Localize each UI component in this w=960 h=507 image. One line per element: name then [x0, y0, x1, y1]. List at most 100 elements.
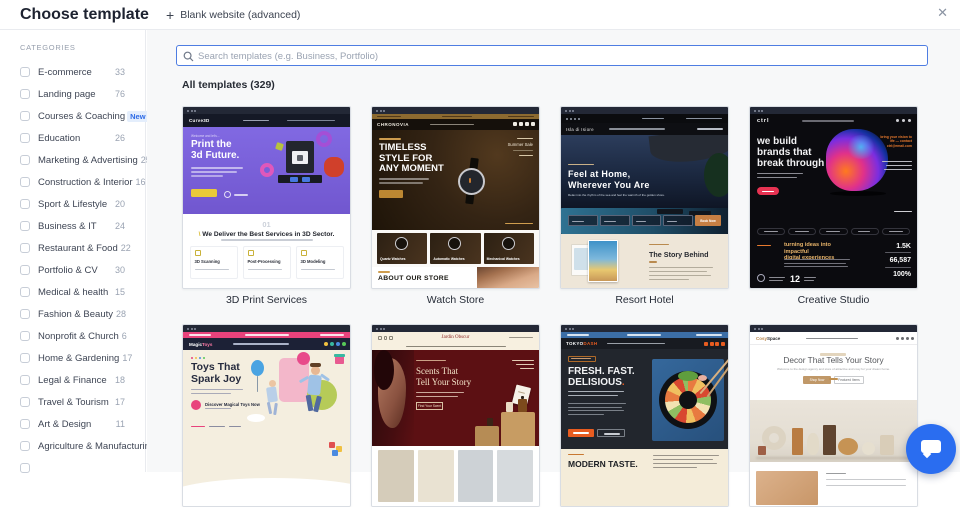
- sidebar-item-marketing-advertising[interactable]: Marketing & Advertising 25: [20, 149, 145, 171]
- mini-section: [750, 462, 917, 506]
- blank-website-label: Blank website (advanced): [180, 9, 300, 21]
- template-preview[interactable]: Isla di Isiore Feel at Home, Wherever Yo…: [560, 106, 729, 289]
- mini-hero: Feel at Home, Wherever You Are Relax int…: [561, 135, 728, 234]
- template-card-scents[interactable]: Jardin Obscur Scents That Tell Your Stor…: [371, 324, 540, 507]
- checkbox[interactable]: [20, 353, 30, 363]
- checkbox[interactable]: [20, 397, 30, 407]
- checkbox[interactable]: [20, 265, 30, 275]
- mini-navbar: ctrl: [750, 114, 917, 127]
- checkbox[interactable]: [20, 287, 30, 297]
- mini-cta-button: Find Your Scent: [416, 402, 443, 410]
- mini-thumbnails: Quartz Watches Automatic Watches Mechani…: [372, 230, 539, 267]
- feature-icon: [301, 250, 307, 256]
- checkbox[interactable]: [20, 155, 30, 165]
- checkbox[interactable]: [20, 331, 30, 341]
- checkbox[interactable]: [20, 199, 30, 209]
- template-preview[interactable]: Jardin Obscur Scents That Tell Your Stor…: [371, 324, 540, 507]
- categories-heading: CATEGORIES: [20, 43, 145, 52]
- mini-hero: Decor That Tells Your Story Welcome to t…: [750, 348, 917, 400]
- close-icon[interactable]: ✕: [937, 5, 948, 21]
- sidebar-item-sport-lifestyle[interactable]: Sport & Lifestyle 20: [20, 193, 145, 215]
- mini-tag-pills: [750, 225, 917, 237]
- checkbox[interactable]: [20, 89, 30, 99]
- mini-book-button: Book Now: [695, 215, 721, 226]
- mini-section: 01 \ We Deliver the Best Services in 3D …: [183, 214, 350, 288]
- template-name: Watch Store: [371, 294, 540, 307]
- page-title: Choose template: [20, 6, 149, 24]
- sidebar-item-medical-health[interactable]: Medical & health 15: [20, 281, 145, 303]
- sidebar-item-art-design[interactable]: Art & Design 11: [20, 413, 145, 435]
- template-preview[interactable]: CHRONOVIA TIMELESS STYLE FOR ANY MOMENT: [371, 106, 540, 289]
- sidebar-item-construction-interior[interactable]: Construction & Interior 16: [20, 171, 145, 193]
- mini-hero: Welcome and let's... Print the 3d Future…: [183, 127, 350, 214]
- template-card-resort-hotel[interactable]: Isla di Isiore Feel at Home, Wherever Yo…: [560, 106, 729, 307]
- search-icon: [183, 51, 194, 62]
- mini-booking-bar: Book Now: [568, 215, 721, 226]
- search-bar: [176, 45, 928, 66]
- modal-header: Choose template + Blank website (advance…: [0, 0, 960, 30]
- mini-navbar: MagicToys: [183, 338, 350, 350]
- browser-dots-icon: [372, 107, 539, 114]
- template-card-watch-store[interactable]: CHRONOVIA TIMELESS STYLE FOR ANY MOMENT: [371, 106, 540, 307]
- sidebar-item-courses-coaching[interactable]: Courses & Coaching New 16: [20, 105, 145, 127]
- template-preview[interactable]: TOKYODASH FRESH. FAST. DELISIOUS.: [560, 324, 729, 507]
- sidebar-item-ecommerce[interactable]: E-commerce 33: [20, 61, 145, 83]
- sidebar-item-fashion-beauty[interactable]: Fashion & Beauty 28: [20, 303, 145, 325]
- checkbox[interactable]: [20, 111, 30, 121]
- mini-hero: Toys That Spark Joy Discover Magical Toy…: [183, 350, 350, 506]
- browser-dots-icon: [750, 325, 917, 332]
- new-badge: New: [127, 111, 148, 122]
- checkbox[interactable]: [20, 221, 30, 231]
- checkbox[interactable]: [20, 441, 30, 451]
- mini-hero: Scents That Tell Your Story Find Your Sc…: [372, 350, 539, 446]
- search-input[interactable]: [177, 47, 927, 66]
- sidebar-item-home-gardening[interactable]: Home & Gardening 17: [20, 347, 145, 369]
- template-card-toys[interactable]: MagicToys Toys That Spark Joy: [182, 324, 351, 507]
- blank-website-button[interactable]: + Blank website (advanced): [166, 0, 300, 29]
- mini-hero: we build brands that break through bring…: [750, 127, 917, 225]
- checkbox[interactable]: [20, 375, 30, 385]
- sidebar-item-agriculture-manufacturing[interactable]: Agriculture & Manufacturing 9: [20, 435, 145, 457]
- sidebar-item-travel-tourism[interactable]: Travel & Tourism 17: [20, 391, 145, 413]
- mini-secondary-button: [597, 429, 625, 437]
- sidebar-item-portfolio-cv[interactable]: Portfolio & CV 30: [20, 259, 145, 281]
- mini-story-section: The Story Behind: [561, 234, 728, 288]
- template-preview[interactable]: Curve3D Welcome and let's... Print the 3…: [182, 106, 351, 289]
- sidebar-item-partial[interactable]: [20, 457, 145, 479]
- sidebar-item-legal-finance[interactable]: Legal & Finance 18: [20, 369, 145, 391]
- feature-icon: [248, 250, 254, 256]
- template-preview[interactable]: CosySpace Decor That Tells Your Story We…: [749, 324, 918, 507]
- mini-topbar: [561, 114, 728, 123]
- template-name: 3D Print Services: [182, 294, 351, 307]
- feature-icon: [195, 250, 201, 256]
- sidebar-item-landing-page[interactable]: Landing page 76: [20, 83, 145, 105]
- mini-hero: FRESH. FAST. DELISIOUS.: [561, 349, 728, 449]
- checkbox[interactable]: [20, 309, 30, 319]
- checkbox[interactable]: [20, 419, 30, 429]
- browser-dots-icon: [750, 107, 917, 114]
- browser-dots-icon: [561, 107, 728, 114]
- sidebar-item-business-it[interactable]: Business & IT 24: [20, 215, 145, 237]
- template-preview[interactable]: ctrl we build brands that break through: [749, 106, 918, 289]
- chat-button[interactable]: [906, 424, 956, 474]
- checkbox[interactable]: [20, 133, 30, 143]
- mini-navbar: CosySpace: [750, 332, 917, 345]
- sushi-illustration: [652, 359, 724, 441]
- sidebar-item-restaurant-food[interactable]: Restaurant & Food 22: [20, 237, 145, 259]
- mini-stats-section: turning ideas into impactful digital exp…: [750, 237, 917, 288]
- checkbox[interactable]: [20, 177, 30, 187]
- template-name: Creative Studio: [749, 294, 918, 307]
- template-card-creative-studio[interactable]: ctrl we build brands that break through: [749, 106, 918, 307]
- mini-navbar: TOKYODASH: [561, 338, 728, 349]
- sidebar-item-education[interactable]: Education 26: [20, 127, 145, 149]
- sidebar-item-nonprofit-church[interactable]: Nonprofit & Church 6: [20, 325, 145, 347]
- checkbox[interactable]: [20, 67, 30, 77]
- checkbox[interactable]: [20, 243, 30, 253]
- template-card-sushi[interactable]: TOKYODASH FRESH. FAST. DELISIOUS.: [560, 324, 729, 507]
- template-card-decor[interactable]: CosySpace Decor That Tells Your Story We…: [749, 324, 918, 507]
- browser-dots-icon: [561, 325, 728, 332]
- template-grid: Curve3D Welcome and let's... Print the 3…: [182, 106, 918, 507]
- template-card-3d-print-services[interactable]: Curve3D Welcome and let's... Print the 3…: [182, 106, 351, 307]
- mini-cta-button: [568, 429, 594, 437]
- template-preview[interactable]: MagicToys Toys That Spark Joy: [182, 324, 351, 507]
